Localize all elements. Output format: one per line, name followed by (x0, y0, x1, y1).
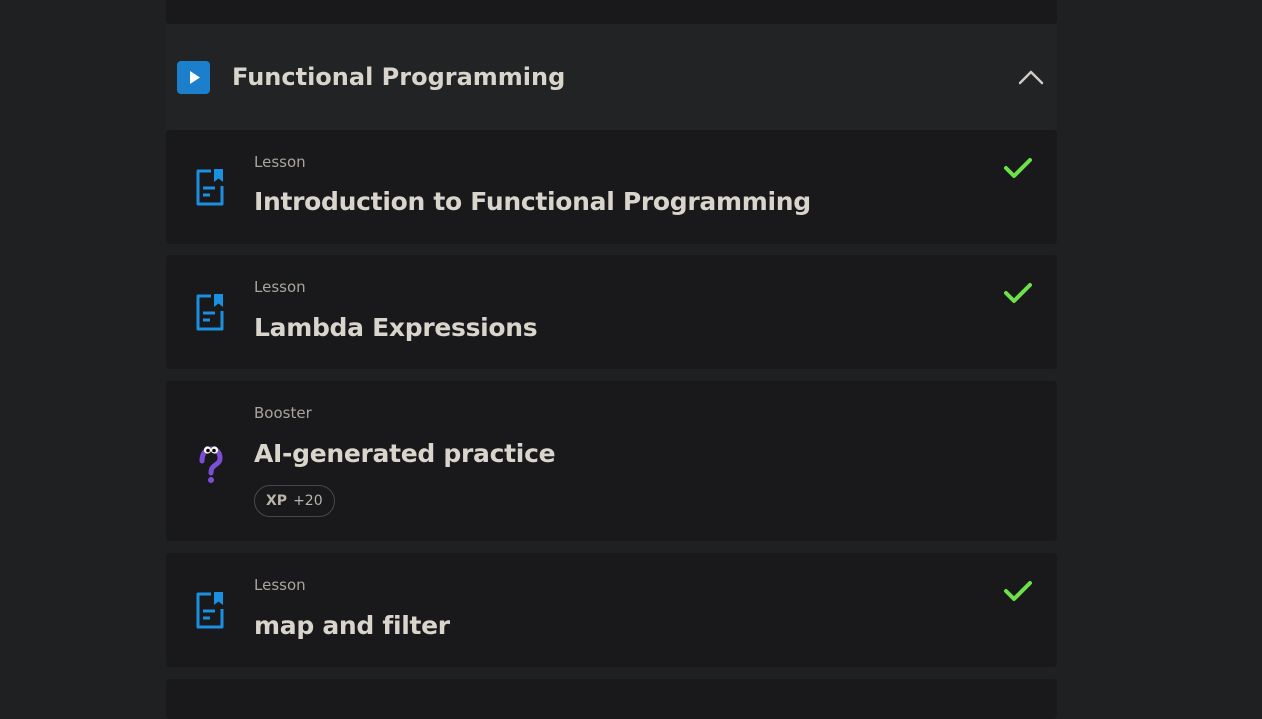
item-title: Lambda Expressions (254, 313, 538, 342)
item-title: Introduction to Functional Programming (254, 187, 811, 216)
item-type-label: Lesson (254, 576, 306, 594)
item-type-label: Lesson (254, 153, 306, 171)
xp-label: XP (266, 493, 288, 509)
collapse-button[interactable] (1014, 63, 1048, 93)
xp-value: +20 (293, 493, 323, 509)
next-item-card[interactable] (166, 679, 1057, 719)
lesson-document-icon (194, 293, 226, 335)
booster-item[interactable]: Booster AI-generated practice XP +20 (166, 381, 1057, 541)
lesson-item[interactable]: Lesson map and filter (166, 553, 1057, 667)
previous-section-card[interactable] (166, 0, 1057, 24)
item-type-label: Booster (254, 404, 312, 422)
item-title: map and filter (254, 611, 450, 640)
item-title: AI-generated practice (254, 439, 556, 468)
check-icon (1002, 155, 1034, 181)
section-title: Functional Programming (232, 63, 566, 91)
section-header[interactable]: Functional Programming (166, 24, 1057, 130)
lesson-item[interactable]: Lesson Lambda Expressions (166, 255, 1057, 369)
check-icon (1002, 280, 1034, 306)
lesson-item[interactable]: Lesson Introduction to Functional Progra… (166, 130, 1057, 244)
lesson-document-icon (194, 168, 226, 210)
check-icon (1002, 578, 1034, 604)
chevron-up-icon (1018, 70, 1044, 85)
play-icon (177, 61, 210, 94)
xp-badge: XP +20 (254, 485, 335, 517)
question-mascot-icon (196, 444, 226, 488)
item-type-label: Lesson (254, 278, 306, 296)
lesson-document-icon (194, 591, 226, 633)
